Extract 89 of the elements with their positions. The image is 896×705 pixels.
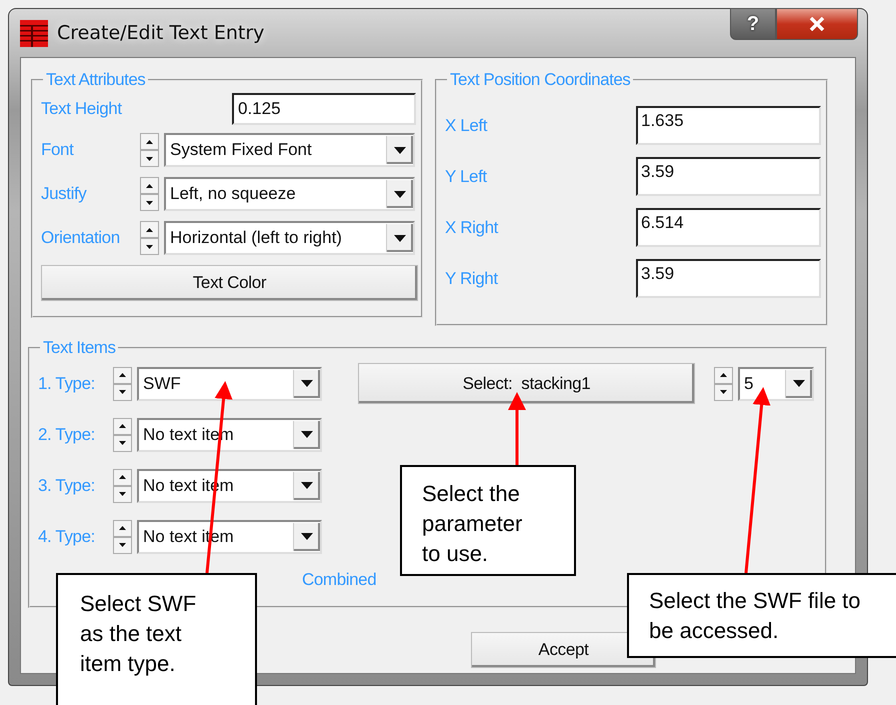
dropdown-button[interactable]	[785, 370, 812, 398]
down-arrow-icon	[119, 441, 126, 445]
combined-label: Combined	[302, 570, 376, 590]
dropdown-button[interactable]	[293, 472, 320, 500]
dropdown-button[interactable]	[293, 420, 320, 448]
spin-up-button[interactable]	[140, 221, 159, 238]
dropdown[interactable]: SWF	[137, 366, 322, 400]
dropdown-value: SWF	[143, 374, 181, 394]
spin-down-button[interactable]	[113, 486, 132, 502]
up-arrow-icon	[119, 475, 126, 479]
caret-icon	[301, 533, 313, 540]
dropdown[interactable]: 5	[738, 366, 814, 400]
dropdown-button[interactable]	[293, 370, 320, 398]
spin-down-button[interactable]	[140, 238, 159, 255]
down-arrow-icon	[146, 156, 153, 160]
coordinate-field[interactable]: 3.59	[636, 157, 821, 196]
down-arrow-icon	[119, 543, 126, 547]
callout: Select the SWF file to be accessed.	[627, 573, 896, 658]
coordinate-field[interactable]: 3.59	[636, 259, 821, 298]
down-arrow-icon	[146, 244, 153, 248]
group-title: Text Attributes	[45, 70, 146, 90]
coordinate-field[interactable]: 1.635	[636, 106, 821, 145]
dropdown-value: 5	[744, 374, 754, 394]
field-label: Orientation	[41, 228, 121, 248]
down-arrow-icon	[720, 390, 727, 394]
spin-down-button[interactable]	[113, 384, 132, 400]
spin-up-button[interactable]	[113, 520, 132, 536]
caret-icon	[301, 482, 313, 489]
dropdown-value: Horizontal (left to right)	[170, 228, 342, 248]
help-button[interactable]: ?	[730, 8, 776, 40]
caret-icon	[301, 380, 313, 387]
text-color-button[interactable]: Text Color	[41, 265, 418, 301]
up-arrow-icon	[119, 526, 126, 530]
dropdown[interactable]: Horizontal (left to right)	[164, 221, 415, 255]
caret-icon	[394, 190, 406, 198]
field-label: Font	[41, 140, 75, 160]
field-label: Text Height	[41, 99, 123, 119]
callout: Select the parameter to use.	[400, 465, 576, 576]
spin-up-button[interactable]	[113, 418, 132, 434]
dropdown-value: System Fixed Font	[170, 140, 312, 160]
group-title: Text Position Coordinates	[449, 70, 632, 90]
spin-down-button[interactable]	[140, 194, 159, 211]
coordinate-field[interactable]: 6.514	[636, 208, 821, 247]
dropdown-button[interactable]	[386, 180, 413, 208]
spin-up-button[interactable]	[140, 177, 159, 194]
down-arrow-icon	[119, 492, 126, 496]
up-arrow-icon	[146, 184, 153, 188]
field-label: X Left	[445, 116, 488, 136]
spin-up-button[interactable]	[714, 366, 733, 384]
spin-down-button[interactable]	[140, 150, 159, 167]
field-label: Justify	[41, 184, 88, 204]
app-icon	[20, 20, 48, 46]
dropdown-value: Left, no squeeze	[170, 184, 296, 204]
text-height-field[interactable]: 0.125	[232, 93, 416, 125]
field-label: 1. Type:	[38, 374, 96, 394]
caret-icon	[394, 234, 406, 242]
field-label: Y Left	[445, 166, 488, 186]
caret-icon	[793, 380, 805, 387]
up-arrow-icon	[146, 228, 153, 232]
field-label: 2. Type:	[38, 424, 96, 444]
spin-down-button[interactable]	[113, 536, 132, 554]
up-arrow-icon	[146, 140, 153, 144]
spin-down-button[interactable]	[113, 434, 132, 452]
callout: Select SWF as the text item type.	[56, 573, 257, 705]
up-arrow-icon	[720, 373, 727, 377]
spin-up-button[interactable]	[113, 468, 132, 486]
dropdown[interactable]: System Fixed Font	[164, 133, 415, 167]
down-arrow-icon	[119, 390, 126, 394]
window-title: Create/Edit Text Entry	[57, 22, 264, 44]
group-title: Text Items	[42, 338, 116, 358]
caret-icon	[301, 431, 313, 438]
dropdown-button[interactable]	[386, 136, 413, 164]
up-arrow-icon	[119, 373, 126, 377]
spin-down-button[interactable]	[714, 384, 733, 400]
dropdown-button[interactable]	[386, 224, 413, 252]
up-arrow-icon	[119, 424, 126, 428]
field-label: X Right	[445, 218, 500, 238]
dropdown-button[interactable]	[293, 522, 320, 550]
spin-up-button[interactable]	[113, 366, 132, 384]
field-label: Y Right	[445, 268, 499, 288]
field-label: 3. Type:	[38, 476, 96, 496]
close-icon	[809, 17, 825, 31]
spin-up-button[interactable]	[140, 133, 159, 150]
dropdown[interactable]: Left, no squeeze	[164, 177, 415, 211]
field-label: 4. Type:	[38, 526, 96, 546]
caret-icon	[394, 146, 406, 154]
close-button[interactable]	[776, 8, 858, 40]
down-arrow-icon	[146, 200, 153, 204]
select-parameter-button[interactable]: Select: stacking1	[358, 363, 695, 404]
